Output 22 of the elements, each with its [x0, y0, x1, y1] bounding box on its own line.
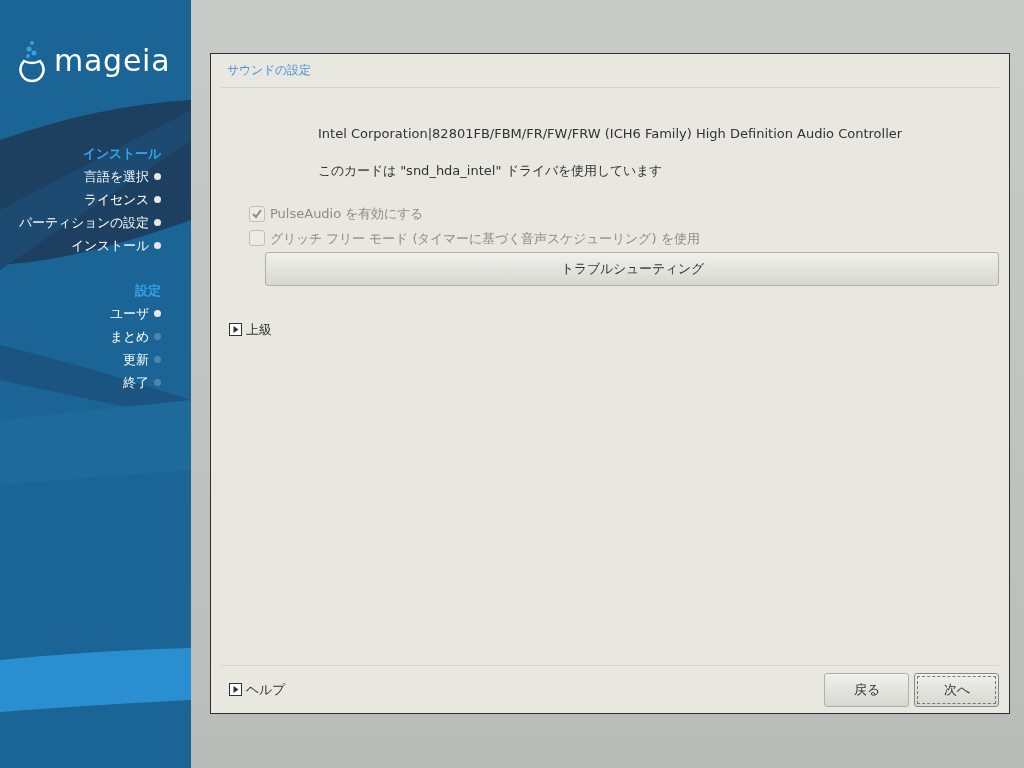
nav-button[interactable]: 戻る	[824, 672, 909, 707]
step-label: インストール	[71, 236, 149, 255]
expander[interactable]: ヘルプ	[229, 679, 285, 700]
driver-text: このカードは "snd_hda_intel" ドライバを使用しています	[318, 161, 663, 180]
step-label: 言語を選択	[84, 167, 149, 186]
step-label: 更新	[123, 350, 149, 369]
troubleshoot-button[interactable]: トラブルシューティング	[265, 252, 999, 286]
expander[interactable]: 上級	[229, 320, 272, 340]
section-title: 設定	[135, 282, 161, 300]
logo-text: mageia	[54, 46, 171, 76]
step-label: 終了	[123, 373, 149, 392]
triangle-right-icon	[229, 683, 242, 696]
checkmark-icon	[251, 207, 263, 220]
nav-button[interactable]: 次へ	[914, 672, 999, 707]
step-label: ライセンス	[84, 190, 149, 209]
step-label: まとめ	[110, 327, 149, 346]
card-name-text: Intel Corporation|82801FB/FBM/FR/FW/FRW (ICH6 Family) High Definition Audio Controller	[318, 125, 904, 143]
section-title: インストール	[83, 145, 161, 163]
triangle-right-icon	[229, 323, 242, 337]
step-label: パーティションの設定	[19, 213, 149, 232]
step-label: ユーザ	[110, 304, 149, 323]
dialog-title: サウンドの設定	[227, 63, 311, 77]
